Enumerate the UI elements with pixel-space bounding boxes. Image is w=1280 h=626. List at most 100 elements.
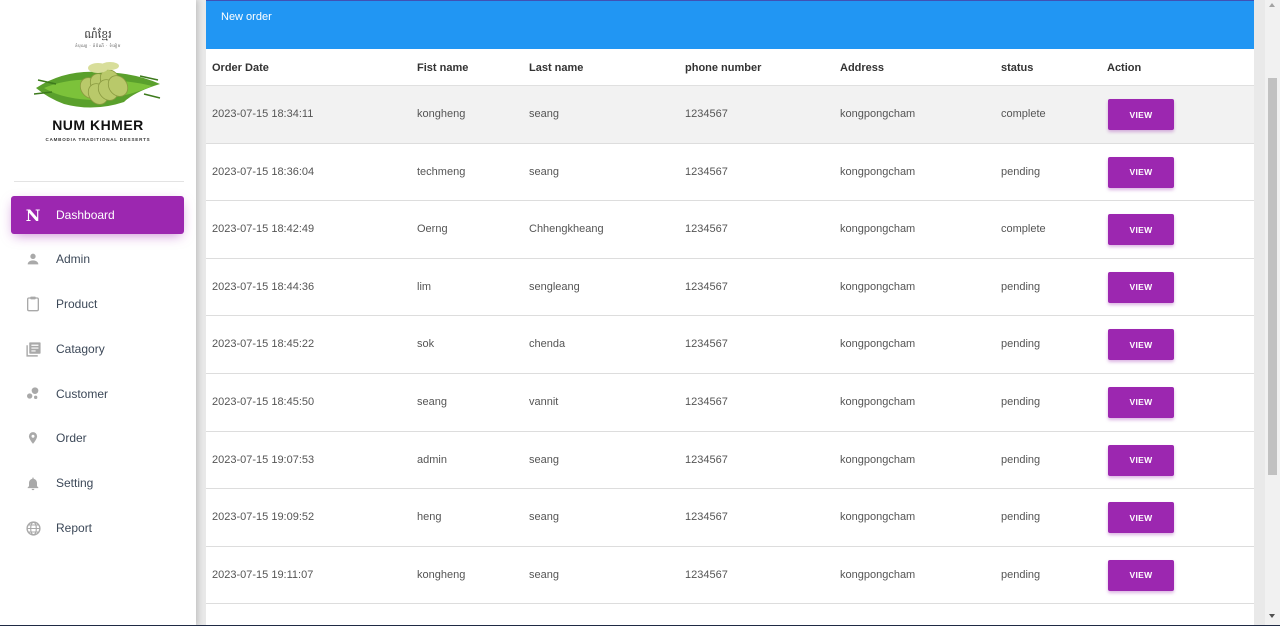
cell-address: kongpongcham — [840, 568, 916, 581]
cell-phone: 1234567 — [685, 453, 728, 466]
sidebar-item-customer[interactable]: Customer — [11, 375, 184, 413]
sidebar-item-label: Dashboard — [56, 208, 115, 222]
sidebar-item-admin[interactable]: Admin — [11, 240, 184, 278]
view-button[interactable]: VIEW — [1108, 271, 1174, 303]
cell-phone: 1234567 — [685, 108, 728, 120]
letter-n-icon: N — [25, 205, 41, 225]
column-header-status: status — [1001, 62, 1034, 74]
main-content: New order Order Date Fist name Last name… — [206, 0, 1254, 626]
page-scrollbar[interactable] — [1265, 0, 1280, 626]
view-button[interactable]: VIEW — [1108, 386, 1174, 418]
table-row: 2023-07-15 18:45:22 sok chenda 1234567 k… — [206, 316, 1254, 374]
view-button[interactable]: VIEW — [1108, 329, 1174, 361]
cell-last-name: vannit — [529, 395, 559, 408]
cell-last-name: seang — [529, 453, 559, 466]
library-books-icon — [21, 337, 45, 361]
cell-address: kongpongcham — [840, 511, 916, 524]
cell-status: pending — [1001, 453, 1041, 466]
brand-khmer-title: ណំខ្មែរ — [84, 28, 112, 41]
table-body: 2023-07-15 18:34:11 kongheng seang 12345… — [206, 86, 1254, 605]
cell-last-name: seang — [529, 568, 559, 581]
table-row: 2023-07-15 19:11:07 kongheng seang 12345… — [206, 547, 1254, 605]
view-button[interactable]: VIEW — [1108, 444, 1174, 476]
cell-first-name: heng — [417, 511, 442, 524]
scroll-up-arrow-icon[interactable] — [1269, 3, 1275, 7]
table-row: 2023-07-15 18:45:50 seang vannit 1234567… — [206, 374, 1254, 432]
globe-icon — [21, 516, 45, 540]
bell-icon — [21, 471, 45, 495]
cell-last-name: chenda — [529, 338, 566, 351]
cell-last-name: Chhengkheang — [529, 223, 604, 236]
cell-order-date: 2023-07-15 18:34:11 — [212, 108, 314, 120]
cell-phone: 1234567 — [685, 280, 728, 293]
column-header-action: Action — [1107, 62, 1142, 74]
sidebar-divider — [14, 181, 184, 182]
cell-phone: 1234567 — [685, 568, 728, 581]
table-row: 2023-07-15 18:44:36 lim sengleang 123456… — [206, 259, 1254, 317]
cell-phone: 1234567 — [685, 338, 728, 351]
cell-address: kongpongcham — [840, 165, 916, 178]
cell-first-name: lim — [417, 280, 432, 293]
card-header: New order — [206, 0, 1254, 49]
view-button[interactable]: VIEW — [1108, 99, 1174, 130]
cell-first-name: sok — [417, 338, 435, 351]
view-button[interactable]: VIEW — [1108, 214, 1174, 246]
sidebar-item-setting[interactable]: Setting — [11, 464, 184, 502]
cell-last-name: seang — [529, 165, 559, 178]
cell-order-date: 2023-07-15 19:07:53 — [212, 453, 315, 466]
cell-order-date: 2023-07-15 18:42:49 — [212, 223, 315, 236]
sidebar-item-dashboard[interactable]: N Dashboard — [11, 196, 184, 234]
card-title: New order — [221, 11, 272, 23]
table-row: 2023-07-15 18:34:11 kongheng seang 12345… — [206, 86, 1254, 144]
sidebar-item-label: Catagory — [56, 342, 105, 356]
bubble-chart-icon — [21, 382, 45, 406]
cell-last-name: seang — [529, 108, 559, 120]
cell-address: kongpongcham — [840, 108, 916, 120]
sidebar-item-label: Product — [56, 297, 98, 311]
cell-status: pending — [1001, 338, 1041, 351]
cell-phone: 1234567 — [685, 395, 728, 408]
cell-phone: 1234567 — [685, 165, 728, 178]
cell-order-date: 2023-07-15 18:36:04 — [212, 165, 315, 178]
cell-address: kongpongcham — [840, 395, 916, 408]
cell-address: kongpongcham — [840, 338, 916, 351]
view-button[interactable]: VIEW — [1108, 559, 1174, 591]
table-row: 2023-07-15 18:42:49 Oerng Chhengkheang 1… — [206, 201, 1254, 259]
brand-logo[interactable]: ណំខ្មែរ នំបុណ្យ · នំចំណី · ទំនៀម NUM KHM… — [0, 0, 196, 181]
cell-first-name: Oerng — [417, 223, 448, 236]
cell-last-name: seang — [529, 511, 559, 524]
cell-status: pending — [1001, 568, 1041, 581]
cell-order-date: 2023-07-15 19:11:07 — [212, 568, 314, 581]
sidebar-item-order[interactable]: Order — [11, 419, 184, 457]
cell-first-name: seang — [417, 395, 447, 408]
cell-status: complete — [1001, 108, 1046, 120]
cell-address: kongpongcham — [840, 453, 916, 466]
location-pin-icon — [21, 426, 45, 450]
cell-status: pending — [1001, 395, 1041, 408]
cell-order-date: 2023-07-15 18:44:36 — [212, 280, 315, 293]
table-header-row: Order Date Fist name Last name phone num… — [206, 49, 1254, 86]
brand-khmer-subtitle: នំបុណ្យ · នំចំណី · ទំនៀម — [75, 43, 121, 48]
scroll-down-arrow-icon[interactable] — [1269, 614, 1275, 618]
cell-last-name: sengleang — [529, 280, 580, 293]
sidebar-item-catagory[interactable]: Catagory — [11, 330, 184, 368]
table-row: 2023-07-15 19:09:52 heng seang 1234567 k… — [206, 489, 1254, 547]
cell-status: pending — [1001, 280, 1041, 293]
sidebar-item-label: Report — [56, 521, 93, 535]
sidebar-item-label: Customer — [56, 387, 109, 401]
column-header-phone: phone number — [685, 62, 762, 74]
cell-first-name: kongheng — [417, 108, 466, 120]
person-icon — [21, 247, 45, 271]
column-header-order-date: Order Date — [212, 62, 269, 74]
scrollbar-thumb[interactable] — [1268, 78, 1277, 475]
sidebar-item-label: Admin — [56, 252, 91, 266]
view-button[interactable]: VIEW — [1108, 156, 1174, 188]
cell-status: complete — [1001, 223, 1046, 236]
sidebar-item-product[interactable]: Product — [11, 285, 184, 323]
view-button[interactable]: VIEW — [1108, 502, 1174, 534]
cell-phone: 1234567 — [685, 223, 728, 236]
sidebar-item-label: Setting — [56, 476, 94, 490]
sidebar-item-report[interactable]: Report — [11, 509, 184, 547]
cell-first-name: admin — [417, 453, 447, 466]
cell-status: pending — [1001, 165, 1041, 178]
